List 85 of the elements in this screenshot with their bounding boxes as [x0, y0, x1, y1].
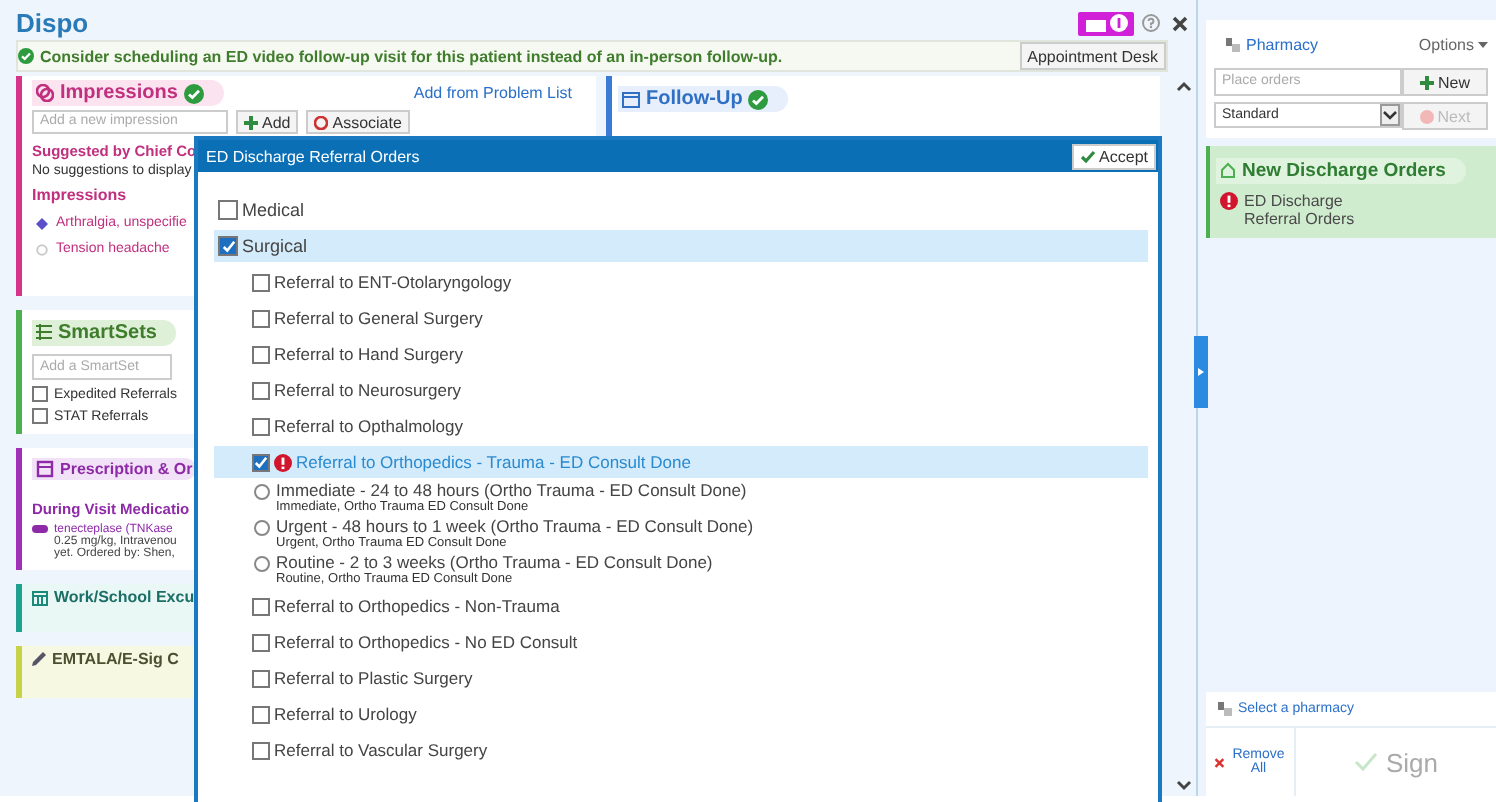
section-title: Impressions [60, 82, 178, 104]
checkbox[interactable] [218, 200, 238, 220]
referral-label: Referral to ENT-Otolaryngology [274, 272, 512, 292]
add-button[interactable]: Add [236, 110, 299, 134]
check-icon [1353, 752, 1378, 772]
radio-button[interactable] [254, 556, 270, 572]
scroll-up-icon[interactable] [1175, 80, 1191, 92]
referral-row[interactable]: Referral to Opthalmology [214, 410, 1148, 442]
accept-button[interactable]: Accept [1071, 143, 1156, 169]
check-icon [1079, 149, 1096, 163]
category-row[interactable]: Medical [214, 194, 1148, 226]
category-label: Surgical [242, 236, 308, 256]
checkbox[interactable] [218, 236, 238, 256]
section-title: Work/School Excu [54, 588, 195, 606]
checkbox[interactable] [252, 741, 270, 759]
referral-label: Referral to Orthopedics - Trauma - ED Consult Done [296, 452, 691, 472]
page-title: Dispo [16, 8, 91, 38]
referral-label: Referral to Vascular Surgery [274, 740, 488, 760]
options-menu[interactable]: Options [1418, 36, 1488, 54]
referral-row[interactable]: Referral to Orthopedics - No ED Consult [214, 626, 1148, 658]
close-icon [1214, 755, 1225, 769]
add-from-problem-list-link[interactable]: Add from Problem List [413, 84, 572, 102]
referral-row[interactable]: Referral to Vascular Surgery [214, 734, 1148, 766]
checkbox[interactable] [252, 597, 270, 615]
checkbox[interactable] [252, 633, 270, 651]
section-title: Follow-Up [646, 88, 743, 110]
checkbox[interactable] [32, 386, 48, 402]
checkbox[interactable] [252, 273, 270, 291]
ring-icon [314, 115, 329, 129]
checkbox[interactable] [252, 345, 270, 363]
referral-label: Referral to Urology [274, 704, 417, 724]
dropdown-icon [1380, 104, 1400, 126]
group-title: New Discharge Orders [1242, 159, 1446, 181]
checkbox[interactable] [252, 669, 270, 687]
collapse-handle[interactable] [1194, 336, 1208, 408]
pill-icon [32, 524, 48, 534]
section-title: EMTALA/E-Sig C [52, 650, 179, 668]
list-icon [36, 324, 52, 340]
impressions-heading: Impressions [32, 186, 127, 204]
plus-icon [1419, 75, 1434, 89]
referral-row[interactable]: Referral to General Surgery [214, 302, 1148, 334]
referral-row[interactable]: Referral to Hand Surgery [214, 338, 1148, 370]
close-icon[interactable] [1172, 15, 1188, 31]
house-icon [1220, 162, 1236, 178]
referral-row[interactable]: Referral to Urology [214, 698, 1148, 730]
banner-message: Consider scheduling an ED video follow-up visit for this patient instead of an in-person follow-up. [40, 47, 785, 65]
section-title: Prescription & Or [60, 460, 193, 478]
category-label: Medical [242, 200, 305, 220]
referral-label: Referral to General Surgery [274, 308, 483, 328]
checkbox[interactable] [252, 417, 270, 435]
alert-badge[interactable] [1078, 11, 1134, 35]
appointment-desk-button[interactable]: Appointment Desk [1019, 42, 1166, 70]
checkbox[interactable] [252, 705, 270, 723]
referral-label: Referral to Opthalmology [274, 416, 463, 436]
pharmacy-link[interactable]: Pharmacy [1246, 36, 1319, 54]
referral-label: Referral to Hand Surgery [274, 344, 463, 364]
associate-button[interactable]: Associate [306, 110, 410, 134]
checkbox[interactable] [252, 381, 270, 399]
section-title: SmartSets [58, 321, 157, 343]
option-label: Immediate - 24 to 48 hours (Ortho Trauma - ED Consult Done) [276, 480, 747, 500]
new-button[interactable]: New [1402, 68, 1488, 96]
referral-row[interactable]: Referral to Orthopedics - Non-Trauma [214, 590, 1148, 622]
checkbox[interactable] [32, 408, 48, 424]
referral-row[interactable]: Referral to ENT-Otolaryngology [214, 266, 1148, 298]
order-item[interactable]: ED Discharge Referral Orders [1244, 192, 1404, 228]
checkbox[interactable] [252, 453, 270, 471]
option-label: Urgent - 48 hours to 1 week (Ortho Trauma - ED Consult Done) [276, 516, 754, 536]
radio-button[interactable] [254, 520, 270, 536]
caret-icon [1478, 42, 1488, 48]
check-circle-icon [18, 48, 34, 64]
referral-label: Referral to Neurosurgery [274, 380, 462, 400]
dialog-title: ED Discharge Referral Orders [206, 147, 420, 165]
scroll-down-icon[interactable] [1175, 780, 1191, 792]
radio-button[interactable] [254, 484, 270, 500]
option-label: Routine - 2 to 3 weeks (Ortho Trauma - ED Consult Done) [276, 552, 713, 572]
help-icon[interactable] [1142, 14, 1160, 32]
referral-row[interactable]: Referral to Neurosurgery [214, 374, 1148, 406]
referral-label: Referral to Orthopedics - No ED Consult [274, 632, 578, 652]
referral-label: Referral to Plastic Surgery [274, 668, 473, 688]
referral-label: Referral to Orthopedics - Non-Trauma [274, 596, 560, 616]
category-row[interactable]: Surgical [214, 230, 1148, 262]
checkbox[interactable] [252, 309, 270, 327]
pen-icon [32, 652, 46, 666]
plus-icon [244, 115, 258, 129]
referral-row[interactable]: Referral to Plastic Surgery [214, 662, 1148, 694]
